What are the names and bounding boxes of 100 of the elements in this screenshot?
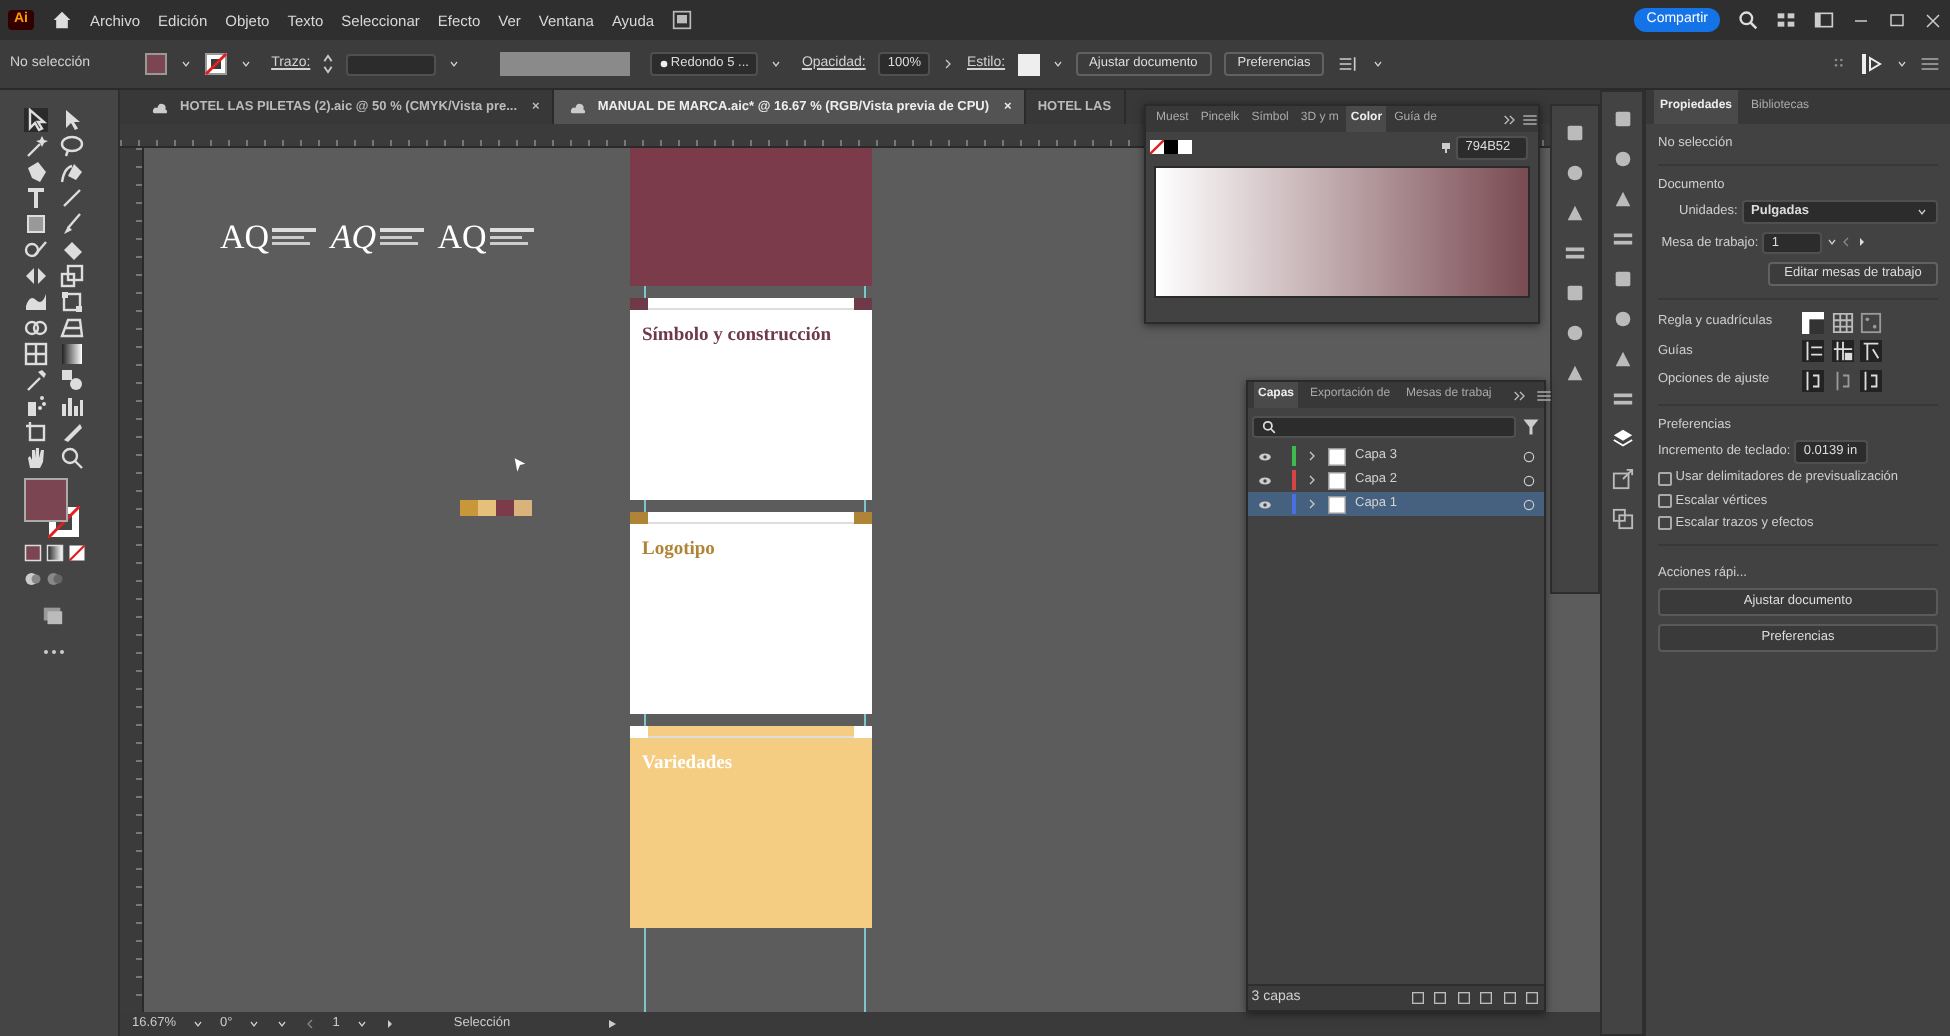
next-icon[interactable]: [383, 1018, 396, 1030]
workspace-icon[interactable]: [1776, 10, 1796, 30]
stroke-swatch-icon[interactable]: [204, 52, 229, 76]
grid-icon[interactable]: [1831, 311, 1853, 334]
lock-guides-icon[interactable]: [1831, 340, 1853, 363]
snap-point-icon[interactable]: [1802, 369, 1824, 392]
eyedropper-icon[interactable]: [24, 368, 48, 392]
caret-icon[interactable]: [355, 1018, 368, 1030]
blend-icon[interactable]: [60, 368, 84, 392]
screen-icon[interactable]: [672, 10, 693, 30]
expand-icon[interactable]: [1502, 111, 1518, 128]
checkbox[interactable]: [1658, 516, 1672, 531]
style-swatch-icon[interactable]: [1017, 53, 1040, 75]
direct-selection-icon[interactable]: [60, 108, 84, 132]
eye-icon[interactable]: [1256, 473, 1274, 488]
caret-icon[interactable]: [180, 58, 193, 70]
snap-grid-icon[interactable]: [1831, 369, 1853, 392]
caret-icon[interactable]: [770, 58, 783, 70]
menu-icon[interactable]: [1535, 387, 1552, 404]
type-icon[interactable]: [24, 186, 48, 210]
paintbrush-icon[interactable]: [60, 212, 84, 236]
curvature-pen-icon[interactable]: [60, 160, 84, 184]
selection-icon[interactable]: [24, 108, 48, 132]
search-icon[interactable]: [1738, 10, 1758, 30]
color-mode-icon[interactable]: [24, 544, 42, 562]
filter-icon[interactable]: [1522, 417, 1541, 436]
none-mode-icon[interactable]: [67, 544, 85, 562]
warp-icon[interactable]: [24, 290, 48, 314]
perspective-grid-icon[interactable]: [60, 316, 84, 340]
draw-behind-icon[interactable]: [45, 569, 64, 587]
search-field[interactable]: [1251, 415, 1516, 438]
symbol-sprayer-icon[interactable]: [24, 394, 48, 418]
panel-icon[interactable]: [1814, 10, 1834, 30]
artboards-icon[interactable]: [1611, 508, 1633, 530]
screen-mode-icon[interactable]: [40, 603, 66, 625]
cursor-icon: [512, 456, 528, 474]
play-icon[interactable]: [606, 1018, 619, 1030]
line-icon[interactable]: [60, 186, 84, 210]
caret-icon[interactable]: [248, 1018, 261, 1030]
pixel-grid-icon[interactable]: [1860, 311, 1882, 334]
slice-icon[interactable]: [60, 420, 84, 444]
caret-icon[interactable]: [192, 1018, 205, 1030]
eraser-icon[interactable]: [60, 238, 84, 262]
fill-color-swatch[interactable]: [24, 477, 68, 521]
checkbox[interactable]: [1658, 493, 1672, 508]
home-icon[interactable]: [52, 10, 72, 30]
draw-normal-icon[interactable]: [24, 569, 42, 587]
corner-marker: [854, 512, 872, 524]
corner-marker: [630, 726, 648, 738]
scale-icon[interactable]: [60, 264, 84, 288]
menu-icon[interactable]: [1522, 111, 1538, 128]
maximize-icon[interactable]: [1888, 11, 1906, 29]
caret-icon[interactable]: [240, 58, 253, 70]
reflect-icon[interactable]: [24, 264, 48, 288]
shaper-icon[interactable]: [24, 238, 48, 262]
layers-icon[interactable]: [1611, 428, 1633, 450]
next-icon[interactable]: [1856, 236, 1869, 249]
previous-icon[interactable]: [304, 1018, 317, 1030]
zoom-icon[interactable]: [60, 446, 84, 470]
more-icon[interactable]: [42, 645, 66, 657]
gradient-icon[interactable]: [60, 342, 84, 366]
ruler-icon[interactable]: [1802, 311, 1824, 334]
chevron-icon[interactable]: [942, 58, 955, 70]
caret-icon[interactable]: [1896, 58, 1908, 70]
stroke-weight-field[interactable]: [346, 53, 437, 75]
checkbox[interactable]: [1658, 471, 1672, 486]
stepper-icon[interactable]: [322, 54, 335, 74]
color-spectrum[interactable]: [1154, 165, 1530, 298]
eye-icon[interactable]: [1256, 449, 1274, 464]
bar-chart-icon[interactable]: [60, 394, 84, 418]
free-transform-icon[interactable]: [60, 290, 84, 314]
magic-wand-icon[interactable]: [24, 134, 48, 158]
export-icon[interactable]: [1611, 468, 1633, 490]
caret-icon[interactable]: [276, 1018, 289, 1030]
snap-icon[interactable]: [1860, 52, 1884, 76]
snap-pixel-icon[interactable]: [1860, 369, 1882, 392]
shape-builder-icon[interactable]: [24, 316, 48, 340]
expand-icon[interactable]: [1511, 387, 1528, 404]
gradient-mode-icon[interactable]: [45, 544, 64, 562]
caret-icon[interactable]: [448, 58, 461, 70]
smart-guides-icon[interactable]: [1860, 340, 1882, 363]
artboard-icon[interactable]: [24, 420, 48, 444]
fill-swatch-icon[interactable]: [144, 52, 169, 76]
lasso-icon[interactable]: [60, 134, 84, 158]
none-swatch-icon[interactable]: [1149, 140, 1164, 155]
arrange-icon[interactable]: [1336, 54, 1361, 74]
logo-lines-drawing: [379, 225, 424, 249]
caret-icon[interactable]: [1825, 236, 1838, 249]
caret-icon[interactable]: [1051, 58, 1064, 70]
artboard-title: Logotipo: [640, 538, 715, 563]
caret-icon[interactable]: [1372, 58, 1385, 70]
rectangle-icon[interactable]: [24, 212, 48, 236]
pen-icon[interactable]: [24, 160, 48, 184]
mesh-icon[interactable]: [24, 342, 48, 366]
guides-icon[interactable]: [1802, 340, 1824, 363]
logo-mark: AQ: [330, 220, 376, 254]
close-icon[interactable]: [1924, 11, 1942, 29]
hand-icon[interactable]: [24, 446, 48, 470]
eye-icon[interactable]: [1256, 497, 1274, 512]
menu-icon[interactable]: [1920, 54, 1940, 74]
